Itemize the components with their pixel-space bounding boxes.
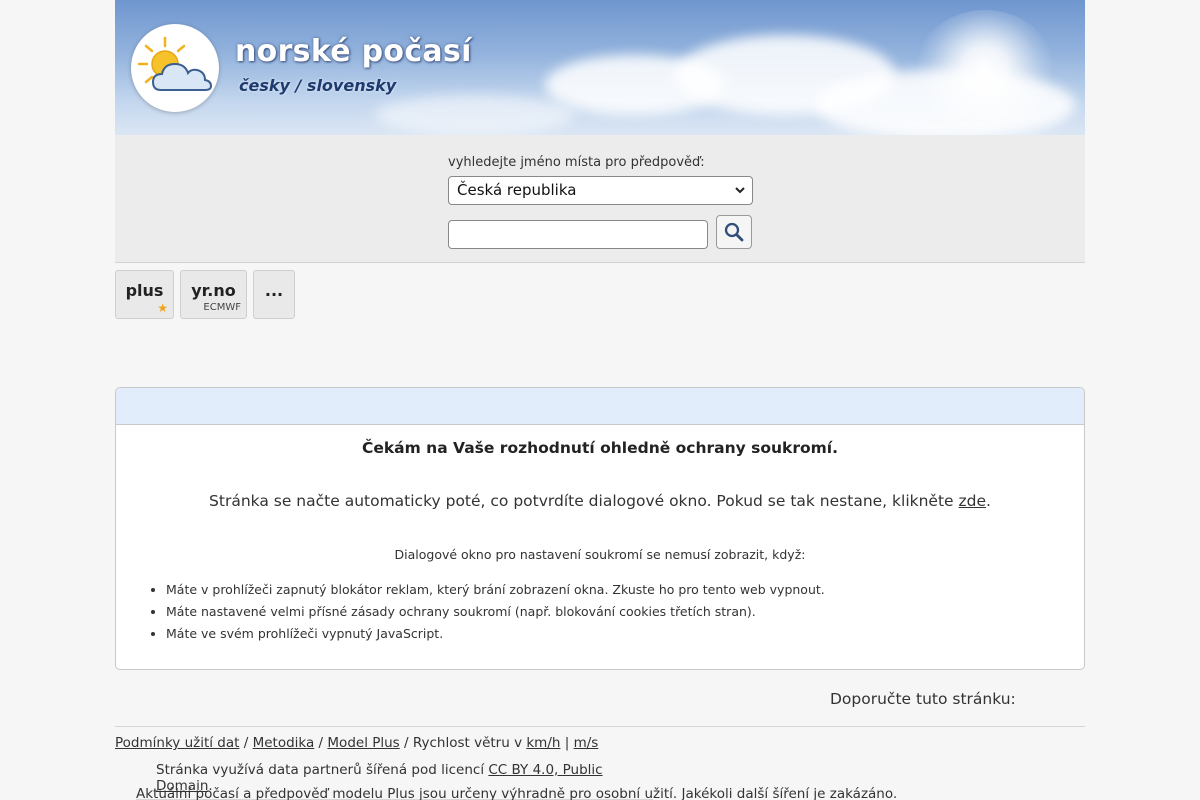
tab-yrno[interactable]: yr.no ECMWF bbox=[180, 270, 247, 319]
search-label: vyhledejte jméno místa pro předpověď: bbox=[448, 155, 705, 170]
list-item: Máte nastavené velmi přísné zásady ochra… bbox=[166, 604, 825, 626]
page-wrapper: norské počasí česky / slovensky vyhledej… bbox=[115, 0, 1085, 670]
list-item: Máte ve svém prohlížeči vypnutý JavaScri… bbox=[166, 626, 825, 648]
tab-yrno-sub: ECMWF bbox=[203, 302, 241, 313]
sun-cloud-icon bbox=[137, 36, 213, 91]
privacy-reasons-list: Máte v prohlížeči zapnutý blokátor rekla… bbox=[166, 582, 825, 648]
tab-yrno-label: yr.no bbox=[191, 281, 236, 300]
model-tabs: plus ★ yr.no ECMWF ... bbox=[115, 263, 1085, 387]
site-logo[interactable] bbox=[131, 24, 219, 112]
footer-links: Podmínky užití dat / Metodika / Model Pl… bbox=[115, 735, 598, 751]
privacy-title: Čekám na Vaše rozhodnutí ohledně ochrany… bbox=[361, 439, 839, 457]
method-link[interactable]: Metodika bbox=[253, 735, 315, 751]
tab-more[interactable]: ... bbox=[253, 270, 295, 319]
privacy-box-header bbox=[116, 388, 1084, 425]
terms-link[interactable]: Podmínky užití dat bbox=[115, 735, 239, 751]
country-selected-value: Česká republika bbox=[457, 181, 577, 199]
model-plus-link[interactable]: Model Plus bbox=[327, 735, 399, 751]
wind-speed-label: / Rychlost větru v bbox=[399, 735, 527, 751]
tab-more-label: ... bbox=[264, 281, 284, 300]
footer-divider bbox=[115, 726, 1085, 727]
reload-link[interactable]: zde bbox=[959, 492, 987, 510]
search-icon bbox=[724, 222, 744, 242]
privacy-message: Stránka se načte automaticky poté, co po… bbox=[116, 492, 1084, 510]
chevron-down-icon bbox=[735, 187, 745, 194]
kmh-link[interactable]: km/h bbox=[526, 735, 560, 751]
usage-notice: Aktuální počasí a předpověď modelu Plus … bbox=[136, 786, 898, 800]
search-button[interactable] bbox=[716, 215, 752, 249]
star-icon: ★ bbox=[157, 301, 168, 315]
privacy-info: Dialogové okno pro nastavení soukromí se… bbox=[394, 547, 806, 562]
search-area: vyhledejte jméno místa pro předpověď: Če… bbox=[115, 135, 1085, 263]
tab-plus[interactable]: plus ★ bbox=[115, 270, 174, 319]
recommend-label: Doporučte tuto stránku: bbox=[830, 690, 1016, 708]
footer-sep: / bbox=[314, 735, 328, 751]
country-select[interactable]: Česká republika bbox=[448, 176, 753, 205]
privacy-box: Čekám na Vaše rozhodnutí ohledně ochrany… bbox=[115, 387, 1085, 670]
privacy-message-end: . bbox=[986, 492, 991, 510]
ms-link[interactable]: m/s bbox=[574, 735, 599, 751]
sun-glow-decoration bbox=[915, 10, 1055, 130]
list-item: Máte v prohlížeči zapnutý blokátor rekla… bbox=[166, 582, 825, 604]
license-text: Stránka využívá data partnerů šířená pod… bbox=[156, 762, 489, 778]
site-title[interactable]: norské počasí bbox=[235, 34, 472, 69]
place-search-input[interactable] bbox=[448, 220, 708, 249]
tab-plus-label: plus bbox=[125, 281, 164, 300]
footer-sep: / bbox=[239, 735, 253, 751]
footer-pipe: | bbox=[560, 735, 574, 751]
site-header: norské počasí česky / slovensky bbox=[115, 0, 1085, 135]
site-subtitle: česky / slovensky bbox=[239, 76, 397, 95]
cloud-decoration bbox=[375, 95, 575, 135]
privacy-message-text: Stránka se načte automaticky poté, co po… bbox=[209, 492, 954, 510]
